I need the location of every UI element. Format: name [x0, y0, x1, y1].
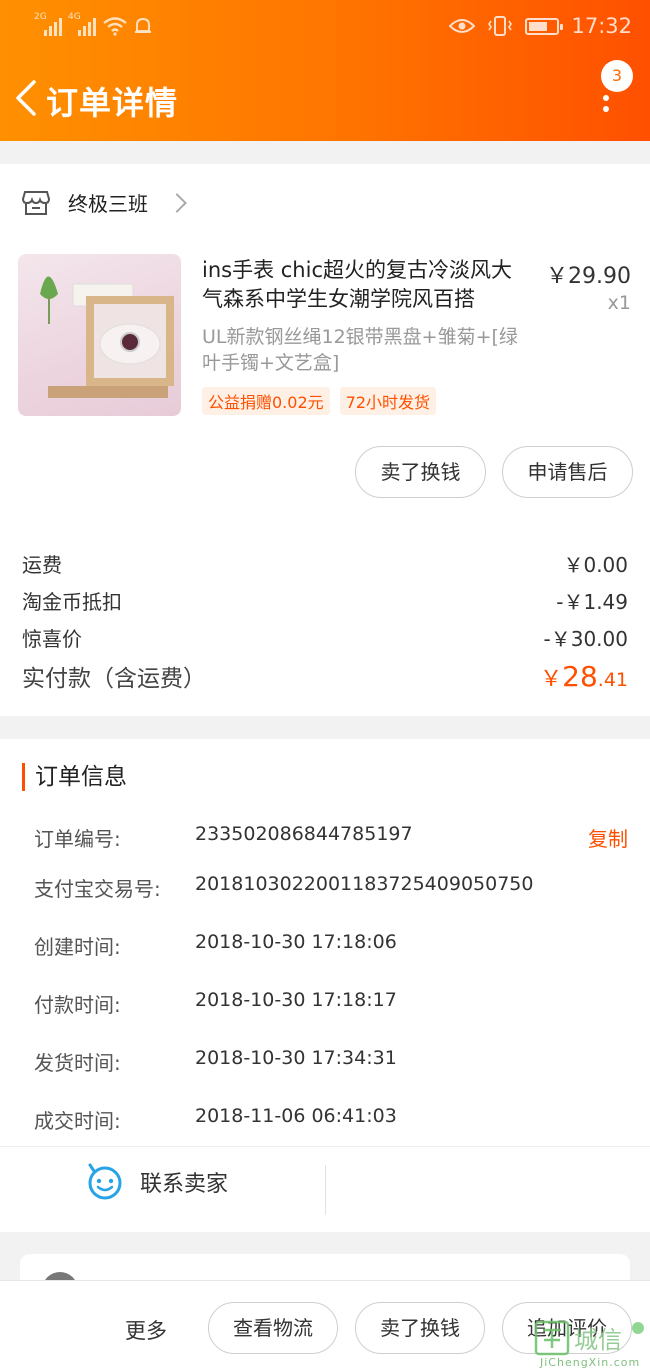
- status-bar: 2G 4G 17:32: [0, 0, 650, 56]
- info-label: 订单编号:: [34, 827, 121, 851]
- contact-seller-label: 联系卖家: [140, 1172, 229, 1197]
- product-price: ￥29.90: [546, 264, 631, 289]
- product-title[interactable]: ins手表 chic超火的复古冷淡风大气森系中学生女潮学院风百搭: [202, 256, 532, 314]
- contact-seller-button[interactable]: 联系卖家: [86, 1163, 228, 1201]
- info-value: 2018-11-06 06:41:03: [195, 1105, 397, 1127]
- total-amount: ￥28.41: [540, 660, 628, 693]
- product-spec: UL新款钢丝绳12银带黑盘+雏菊+[绿叶手镯+文艺盒]: [202, 326, 518, 374]
- product-thumbnail[interactable]: [18, 254, 181, 416]
- chevron-right-icon: [167, 192, 187, 213]
- app-header: 2G 4G 17:32 订单详情 3: [0, 0, 650, 141]
- eye-comfort-icon: [449, 19, 476, 33]
- fee-value: ￥0.00: [563, 553, 628, 577]
- fee-label: 运费: [22, 553, 62, 577]
- info-value: 233502086844785197: [195, 823, 413, 845]
- total-decimal: .41: [597, 669, 628, 691]
- info-value: 2018-10-30 17:34:31: [195, 1047, 397, 1069]
- view-logistics-button[interactable]: 查看物流: [208, 1302, 338, 1354]
- product-tags: 公益捐赠0.02元 72小时发货: [202, 387, 437, 415]
- shop-name: 终极三班: [68, 192, 148, 216]
- more-dots-icon[interactable]: [603, 95, 609, 117]
- order-info-title: 订单信息: [22, 763, 127, 791]
- page-title: 订单详情: [46, 84, 179, 122]
- coin-deduction-row: 淘金币抵扣 -￥1.49: [22, 586, 628, 615]
- charity-tag: 公益捐赠0.02元: [202, 387, 330, 415]
- battery-icon: [525, 17, 564, 35]
- fee-value: -￥30.00: [543, 627, 628, 651]
- watermark-text: 城信: [574, 1326, 622, 1354]
- info-label: 支付宝交易号:: [34, 877, 161, 901]
- alarm-bell-icon: [135, 17, 151, 33]
- info-label: 创建时间:: [34, 935, 121, 959]
- wifi-icon: [103, 17, 127, 36]
- more-button[interactable]: 更多: [125, 1315, 167, 1345]
- info-label: 付款时间:: [34, 993, 121, 1017]
- fee-value: -￥1.49: [556, 590, 628, 614]
- after-sale-button[interactable]: 申请售后: [502, 446, 633, 498]
- signal-2g-icon: 2G: [34, 12, 62, 36]
- surprise-price-row: 惊喜价 -￥30.00: [22, 623, 628, 652]
- info-value: 2018103022001183725409050750: [195, 873, 534, 895]
- copy-order-number-button[interactable]: 复制: [588, 823, 628, 852]
- info-label: 发货时间:: [34, 1051, 121, 1075]
- fee-label: 惊喜价: [22, 627, 82, 651]
- contact-row: 联系卖家: [0, 1146, 650, 1232]
- watermark-subtext: JiChengXin.com: [540, 1356, 641, 1369]
- info-value: 2018-10-30 17:18:06: [195, 931, 397, 953]
- shipping-fee-row: 运费 ￥0.00: [22, 549, 628, 578]
- chat-smiley-icon: [88, 1163, 122, 1200]
- total-label: 实付款（含运费）: [22, 666, 206, 692]
- shop-link[interactable]: 终极三班: [22, 188, 187, 217]
- total-paid-row: 实付款（含运费） ￥28.41: [22, 659, 628, 693]
- back-arrow-icon[interactable]: [10, 78, 40, 118]
- info-value: 2018-10-30 17:18:17: [195, 989, 397, 1011]
- notification-badge: 3: [601, 60, 633, 92]
- store-icon: [22, 190, 50, 215]
- status-time: 17:32: [571, 14, 632, 38]
- currency-symbol: ￥: [540, 667, 563, 692]
- fee-label: 淘金币抵扣: [22, 590, 122, 614]
- vibrate-icon: [488, 16, 513, 36]
- sell-for-cash-bottom-button[interactable]: 卖了换钱: [355, 1302, 485, 1354]
- product-quantity: x1: [607, 292, 631, 314]
- total-integer: 28: [562, 660, 598, 693]
- shipping-tag: 72小时发货: [339, 387, 437, 415]
- signal-4g-icon: 4G: [68, 12, 96, 36]
- divider: [325, 1165, 326, 1215]
- sell-for-cash-button[interactable]: 卖了换钱: [355, 446, 486, 498]
- info-label: 成交时间:: [34, 1109, 121, 1133]
